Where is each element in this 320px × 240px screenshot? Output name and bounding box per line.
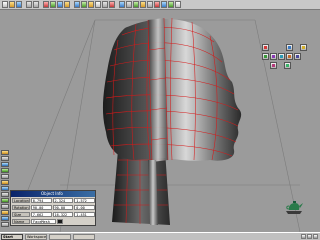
- row-label: Rotation: [12, 205, 30, 210]
- tool-cut-icon[interactable]: [1, 192, 9, 197]
- network-icon[interactable]: [307, 234, 312, 239]
- row-name: Name FaceMesh: [11, 219, 95, 225]
- object-name-field[interactable]: FaceMesh: [31, 219, 56, 224]
- palette-purple-icon[interactable]: [270, 53, 277, 60]
- tool-point-icon[interactable]: [1, 156, 9, 161]
- rotate-icon[interactable]: [57, 1, 63, 8]
- new-file-icon[interactable]: [2, 1, 8, 8]
- tool-measure-icon[interactable]: [1, 222, 9, 227]
- toolbar-separator: [40, 1, 42, 9]
- panel-title: Object Info: [11, 191, 95, 197]
- tool-light-icon[interactable]: [1, 150, 9, 155]
- row-label: Name: [12, 219, 30, 224]
- tool-edge-icon[interactable]: [1, 162, 9, 167]
- rotation-y-field[interactable]: 90.00: [52, 205, 74, 210]
- system-tray: [301, 234, 320, 239]
- palette-yellow-icon[interactable]: [300, 44, 307, 51]
- row-size: Size 7.662 16.322 1.451: [11, 212, 95, 218]
- tool-skin-icon[interactable]: [1, 216, 9, 221]
- tool-mirror-icon[interactable]: [1, 204, 9, 209]
- palette-indigo-icon[interactable]: [294, 53, 301, 60]
- tool-smooth-icon[interactable]: [1, 186, 9, 191]
- shaded-icon[interactable]: [168, 1, 174, 8]
- save-icon[interactable]: [16, 1, 22, 8]
- grid-icon[interactable]: [147, 1, 153, 8]
- location-y-field[interactable]: 2.324: [52, 198, 74, 203]
- pan-icon[interactable]: [133, 1, 139, 8]
- size-z-field[interactable]: 1.451: [74, 212, 95, 217]
- wireframe-icon[interactable]: [161, 1, 167, 8]
- snap-icon[interactable]: [154, 1, 160, 8]
- tool-palette: [260, 44, 308, 70]
- orbit-icon[interactable]: [140, 1, 146, 8]
- location-z-field[interactable]: 1.572: [74, 198, 95, 203]
- toolbar-separator: [71, 1, 73, 9]
- volume-icon[interactable]: [301, 234, 306, 239]
- help-icon[interactable]: [175, 1, 181, 8]
- zoom-icon[interactable]: [126, 1, 132, 8]
- toolbar-separator: [23, 1, 25, 9]
- left-tool-strip: [0, 150, 10, 232]
- palette-orange-icon[interactable]: [286, 53, 293, 60]
- row-label: Location: [12, 198, 30, 203]
- task-button-workspace[interactable]: Workspace: [25, 233, 47, 240]
- move-icon[interactable]: [50, 1, 56, 8]
- tool-extrude-icon[interactable]: [1, 174, 9, 179]
- scale-icon[interactable]: [64, 1, 70, 8]
- tool-bridge-icon[interactable]: [1, 198, 9, 203]
- material-icon[interactable]: [109, 1, 115, 8]
- color-swatch[interactable]: [57, 219, 63, 224]
- palette-red-icon[interactable]: [262, 44, 269, 51]
- location-x-field[interactable]: 0.794: [30, 198, 52, 203]
- select-icon[interactable]: [43, 1, 49, 8]
- palette-blue-icon[interactable]: [286, 44, 293, 51]
- sphere-icon[interactable]: [74, 1, 80, 8]
- task-button[interactable]: [49, 233, 71, 240]
- size-x-field[interactable]: 7.662: [30, 212, 52, 217]
- light-icon[interactable]: [95, 1, 101, 8]
- cylinder-icon[interactable]: [88, 1, 94, 8]
- main-toolbar: [0, 0, 320, 10]
- teapot-icon[interactable]: [284, 197, 304, 215]
- neck-mesh: [112, 149, 170, 225]
- toolbar-separator: [116, 1, 118, 9]
- object-info-panel: Object Info Location 0.794 2.324 1.572 R…: [10, 190, 96, 226]
- open-folder-icon[interactable]: [9, 1, 15, 8]
- render-icon[interactable]: [119, 1, 125, 8]
- task-button[interactable]: [73, 233, 95, 240]
- undo-icon[interactable]: [26, 1, 32, 8]
- size-y-field[interactable]: 16.322: [52, 212, 74, 217]
- tool-bevel-icon[interactable]: [1, 180, 9, 185]
- redo-icon[interactable]: [33, 1, 39, 8]
- palette-teal-icon[interactable]: [284, 62, 291, 69]
- cube-icon[interactable]: [81, 1, 87, 8]
- tool-face-icon[interactable]: [1, 168, 9, 173]
- palette-magenta-icon[interactable]: [270, 62, 277, 69]
- row-location: Location 0.794 2.324 1.572: [11, 198, 95, 204]
- row-rotation: Rotation 90.00 90.00 0.00: [11, 205, 95, 211]
- start-button[interactable]: Start: [1, 233, 23, 240]
- rotation-x-field[interactable]: 90.00: [30, 205, 52, 210]
- tool-lathe-icon[interactable]: [1, 210, 9, 215]
- palette-cyan-icon[interactable]: [278, 53, 285, 60]
- camera-icon[interactable]: [102, 1, 108, 8]
- rotation-z-field[interactable]: 0.00: [74, 205, 95, 210]
- taskbar: Start Workspace: [0, 232, 320, 240]
- clock-icon[interactable]: [313, 234, 318, 239]
- row-label: Size: [12, 212, 30, 217]
- palette-green-icon[interactable]: [262, 53, 269, 60]
